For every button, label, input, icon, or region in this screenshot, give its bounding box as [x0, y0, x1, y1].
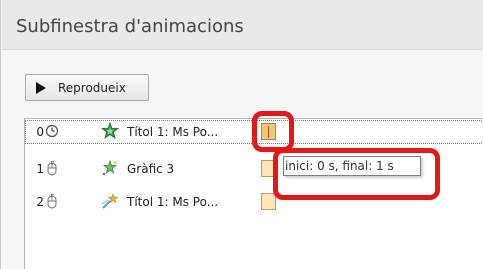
- play-button-label: Reprodueix: [58, 81, 126, 95]
- timing-bar[interactable]: [261, 193, 276, 210]
- timing-bar[interactable]: [261, 123, 276, 140]
- green-sparkle-entrance-icon: [102, 159, 118, 176]
- shooting-star-icon: [101, 193, 119, 209]
- animation-number: 2: [36, 195, 44, 209]
- animation-number: 0: [36, 125, 44, 139]
- timing-tooltip: inici: 0 s, final: 1 s: [283, 156, 421, 176]
- animation-label: Títol 1: Ms Po...: [127, 125, 219, 139]
- green-star-entrance-icon: [101, 122, 119, 139]
- mouse-click-icon: [47, 193, 57, 209]
- pane-header: Subfinestra d'animacions: [2, 0, 483, 50]
- pane-title: Subfinestra d'animacions: [16, 16, 244, 37]
- animation-number: 1: [36, 162, 44, 176]
- play-triangle-icon: [36, 82, 46, 94]
- clock-icon: [45, 124, 59, 138]
- animation-label: Títol 1: Ms Po...: [127, 195, 219, 209]
- animation-list: 0 Títol 1: Ms Po... 1 Gràfic 3 2 Títol 1…: [24, 118, 483, 269]
- play-button[interactable]: Reprodueix: [25, 74, 149, 101]
- animation-item[interactable]: 0 Títol 1: Ms Po...: [25, 120, 483, 144]
- animation-item[interactable]: 2 Títol 1: Ms Po...: [25, 190, 483, 214]
- timing-bar[interactable]: [261, 160, 276, 177]
- mouse-click-icon: [47, 160, 57, 176]
- animation-label: Gràfic 3: [127, 162, 175, 176]
